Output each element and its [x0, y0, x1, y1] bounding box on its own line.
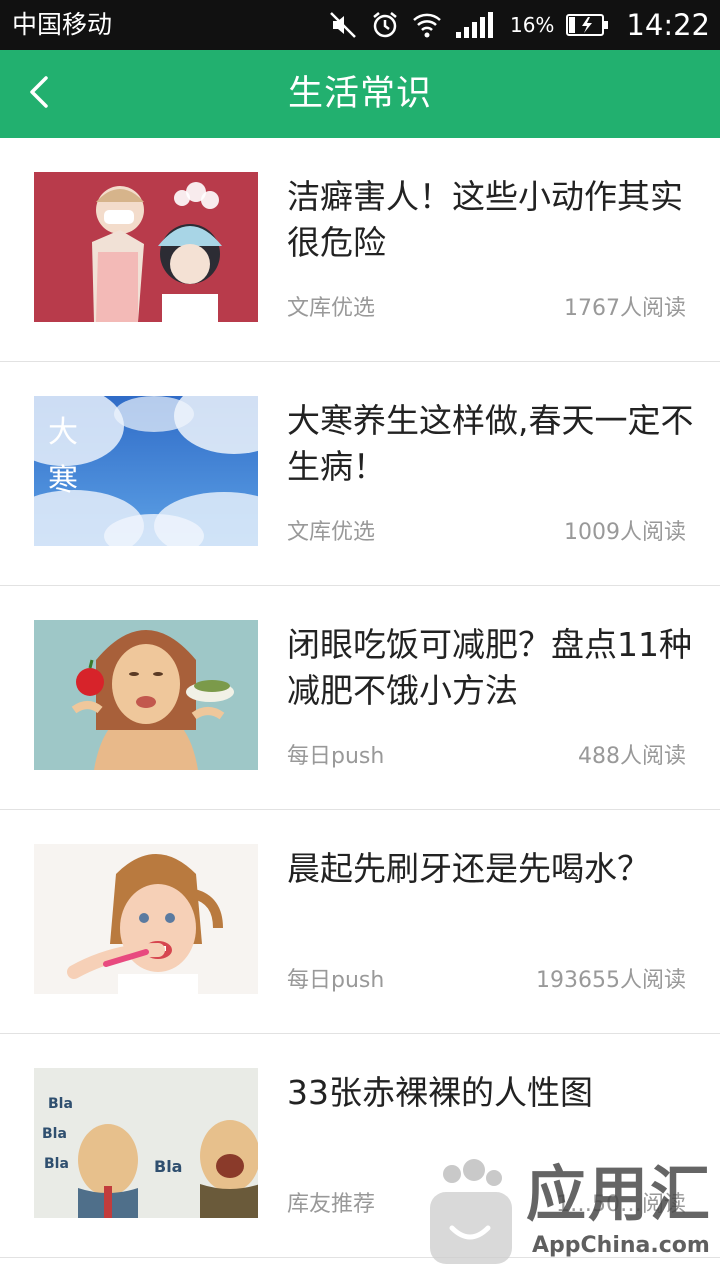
list-item[interactable]: 洁癖害人！这些小动作其实很危险 文库优选 1767人阅读	[0, 138, 720, 362]
read-count-value: 193655	[536, 968, 620, 993]
article-list: 洁癖害人！这些小动作其实很危险 文库优选 1767人阅读 大 寒 大寒养生这样做…	[0, 138, 720, 1258]
article-title: 晨起先刷牙还是先喝水？	[287, 849, 650, 888]
thumbnail-text-han: 寒	[48, 463, 78, 498]
thumbnail-text-bla1: Bla	[48, 1096, 73, 1112]
page-title: 生活常识	[287, 74, 432, 114]
read-count-suffix: 人阅读	[619, 520, 686, 545]
article-title: 大寒养生这样做,春天一定不生病！	[287, 401, 694, 486]
carrier-label: 中国移动	[12, 10, 113, 39]
status-icons: 16% 14:22	[328, 6, 710, 44]
status-bar: 中国移动 16% 14:22	[0, 0, 720, 50]
appchina-watermark: 应用汇 AppChina.com	[414, 1154, 714, 1274]
read-count-suffix: 人阅读	[619, 968, 686, 993]
article-source: 每日push	[287, 968, 385, 993]
appchina-logo-icon	[422, 1158, 518, 1272]
read-count-value: 488	[577, 744, 620, 769]
watermark-text-en: AppChina.com	[532, 1233, 710, 1258]
battery-percent: 16%	[509, 13, 555, 37]
article-thumbnail	[34, 844, 258, 994]
article-title: 洁癖害人！这些小动作其实很危险	[287, 177, 683, 262]
article-title: 33张赤裸裸的人性图	[287, 1073, 593, 1112]
title-bar: 生活常识	[0, 50, 720, 138]
article-source: 每日push	[287, 744, 385, 769]
read-count: 193655人阅读	[536, 966, 686, 996]
read-count: 1767人阅读	[564, 294, 686, 324]
article-source: 文库优选	[287, 296, 376, 321]
list-item[interactable]: 大 寒 大寒养生这样做,春天一定不生病！ 文库优选 1009人阅读	[0, 362, 720, 586]
article-thumbnail: Bla Bla Bla Bla	[34, 1068, 258, 1218]
article-thumbnail	[34, 620, 258, 770]
article-title: 闭眼吃饭可减肥？盘点11种减肥不饿小方法	[287, 625, 692, 710]
clock: 14:22	[626, 8, 710, 42]
alarm-icon	[370, 10, 400, 40]
list-item[interactable]: 闭眼吃饭可减肥？盘点11种减肥不饿小方法 每日push 488人阅读	[0, 586, 720, 810]
watermark-text-cn: 应用汇	[526, 1160, 712, 1230]
thumbnail-text-bla4: Bla	[154, 1157, 182, 1176]
thumbnail-text-da: 大	[48, 415, 78, 450]
battery-charging-icon	[566, 13, 610, 37]
read-count-suffix: 人阅读	[619, 744, 686, 769]
article-thumbnail	[34, 172, 258, 322]
signal-icon	[454, 12, 498, 38]
read-count: 1009人阅读	[564, 518, 686, 548]
read-count-value: 1009	[563, 520, 620, 545]
thumbnail-text-bla3: Bla	[44, 1156, 69, 1172]
thumbnail-text-bla2: Bla	[42, 1126, 67, 1142]
article-thumbnail: 大 寒	[34, 396, 258, 546]
read-count-value: 1767	[563, 296, 620, 321]
list-item[interactable]: 晨起先刷牙还是先喝水？ 每日push 193655人阅读	[0, 810, 720, 1034]
article-source: 库友推荐	[287, 1192, 376, 1217]
read-count: 488人阅读	[578, 742, 686, 772]
article-source: 文库优选	[287, 520, 376, 545]
mute-icon	[328, 10, 358, 40]
wifi-icon	[412, 11, 442, 39]
read-count-suffix: 人阅读	[619, 296, 686, 321]
